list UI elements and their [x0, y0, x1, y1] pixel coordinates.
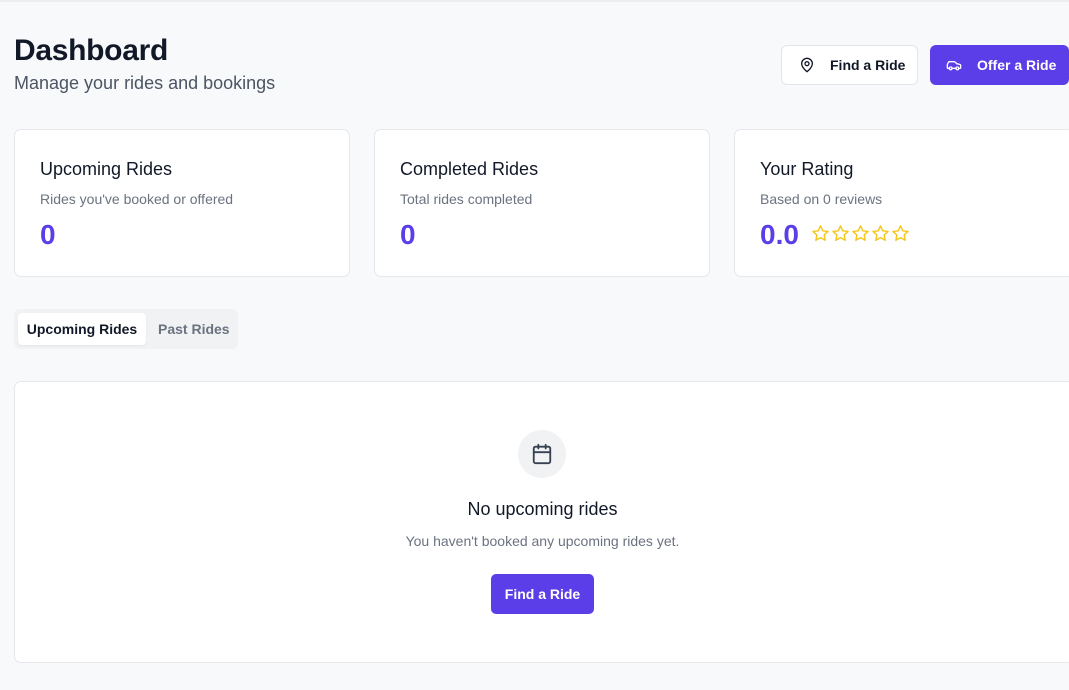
calendar-icon: [532, 443, 552, 465]
empty-state-title: No upcoming rides: [467, 499, 618, 519]
offer-ride-label: Offer a Ride: [977, 57, 1057, 73]
upcoming-rides-count: 0: [40, 219, 56, 250]
find-ride-label: Find a Ride: [830, 57, 906, 73]
car-icon: [946, 61, 962, 71]
map-pin-icon: [801, 57, 813, 73]
card-subtitle: Rides you've booked or offered: [40, 191, 234, 207]
rating-value: 0.0: [760, 219, 799, 250]
empty-state-message: You haven't booked any upcoming rides ye…: [405, 533, 680, 549]
star-icon: [852, 225, 869, 241]
page-subtitle: Manage your rides and bookings: [14, 73, 276, 93]
rating-card: Your Rating Based on 0 reviews 0.0: [734, 129, 1069, 277]
star-icon: [832, 225, 849, 241]
page-title: Dashboard: [14, 34, 168, 67]
card-title: Your Rating: [760, 159, 854, 179]
completed-rides-card: Completed Rides Total rides completed 0: [374, 129, 710, 277]
card-subtitle: Based on 0 reviews: [760, 191, 883, 207]
tab-upcoming-rides[interactable]: Upcoming Rides: [18, 313, 146, 345]
star-icon: [812, 225, 829, 241]
offer-ride-button[interactable]: Offer a Ride: [930, 45, 1069, 85]
rating-stars: [811, 224, 910, 243]
card-title: Completed Rides: [400, 159, 539, 179]
find-ride-button[interactable]: Find a Ride: [781, 45, 918, 85]
upcoming-rides-card: Upcoming Rides Rides you've booked or of…: [14, 129, 350, 277]
empty-state-panel: No upcoming rides You haven't booked any…: [14, 381, 1069, 663]
empty-find-ride-button[interactable]: Find a Ride: [491, 574, 594, 614]
tab-past-rides[interactable]: Past Rides: [158, 313, 230, 345]
completed-rides-count: 0: [400, 219, 416, 250]
card-title: Upcoming Rides: [40, 159, 173, 179]
card-subtitle: Total rides completed: [400, 191, 533, 207]
top-divider: [0, 0, 1069, 2]
rides-tabs: Upcoming Rides Past Rides: [14, 309, 238, 349]
star-icon: [872, 225, 889, 241]
empty-state-icon-circle: [518, 430, 566, 478]
star-icon: [892, 225, 909, 241]
